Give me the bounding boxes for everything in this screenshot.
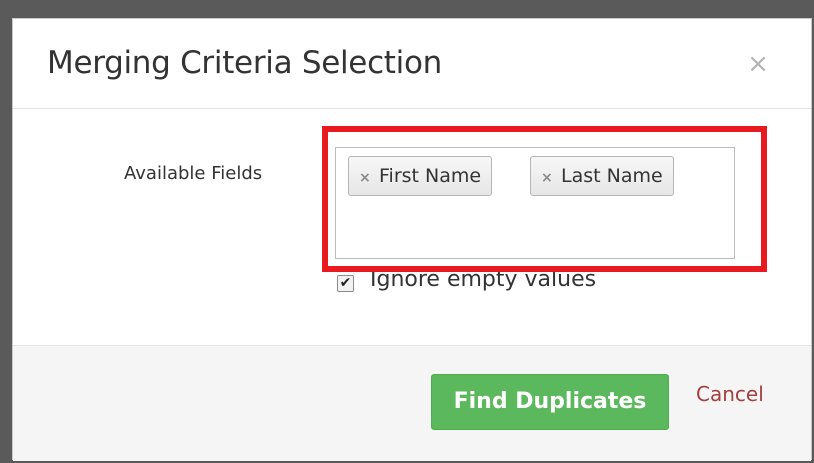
checkmark-icon: ✔	[339, 275, 352, 291]
tag-label: Last Name	[561, 165, 663, 187]
close-icon[interactable]: ×	[746, 51, 770, 77]
remove-tag-icon[interactable]: ×	[359, 159, 375, 197]
dialog-header: Merging Criteria Selection ×	[13, 19, 811, 109]
tag-last-name: × Last Name	[530, 156, 674, 196]
cancel-link[interactable]: Cancel	[696, 382, 764, 406]
ignore-empty-checkbox[interactable]: ✔	[337, 275, 354, 292]
tag-first-name: × First Name	[348, 156, 493, 197]
selected-fields-input[interactable]: × First Name × Last Name	[335, 147, 735, 259]
ignore-empty-label[interactable]: Ignore empty values	[370, 267, 596, 292]
dialog-footer: Find Duplicates Cancel	[13, 345, 811, 461]
merging-criteria-dialog: Merging Criteria Selection × Available F…	[12, 18, 812, 461]
dialog-title: Merging Criteria Selection	[47, 45, 442, 81]
remove-tag-icon[interactable]: ×	[541, 159, 557, 197]
tag-label: First Name	[379, 165, 482, 187]
available-fields-label: Available Fields	[124, 163, 263, 184]
dialog-body: Available Fields × First Name × Last Name …	[13, 109, 811, 345]
find-duplicates-button[interactable]: Find Duplicates	[431, 374, 669, 430]
